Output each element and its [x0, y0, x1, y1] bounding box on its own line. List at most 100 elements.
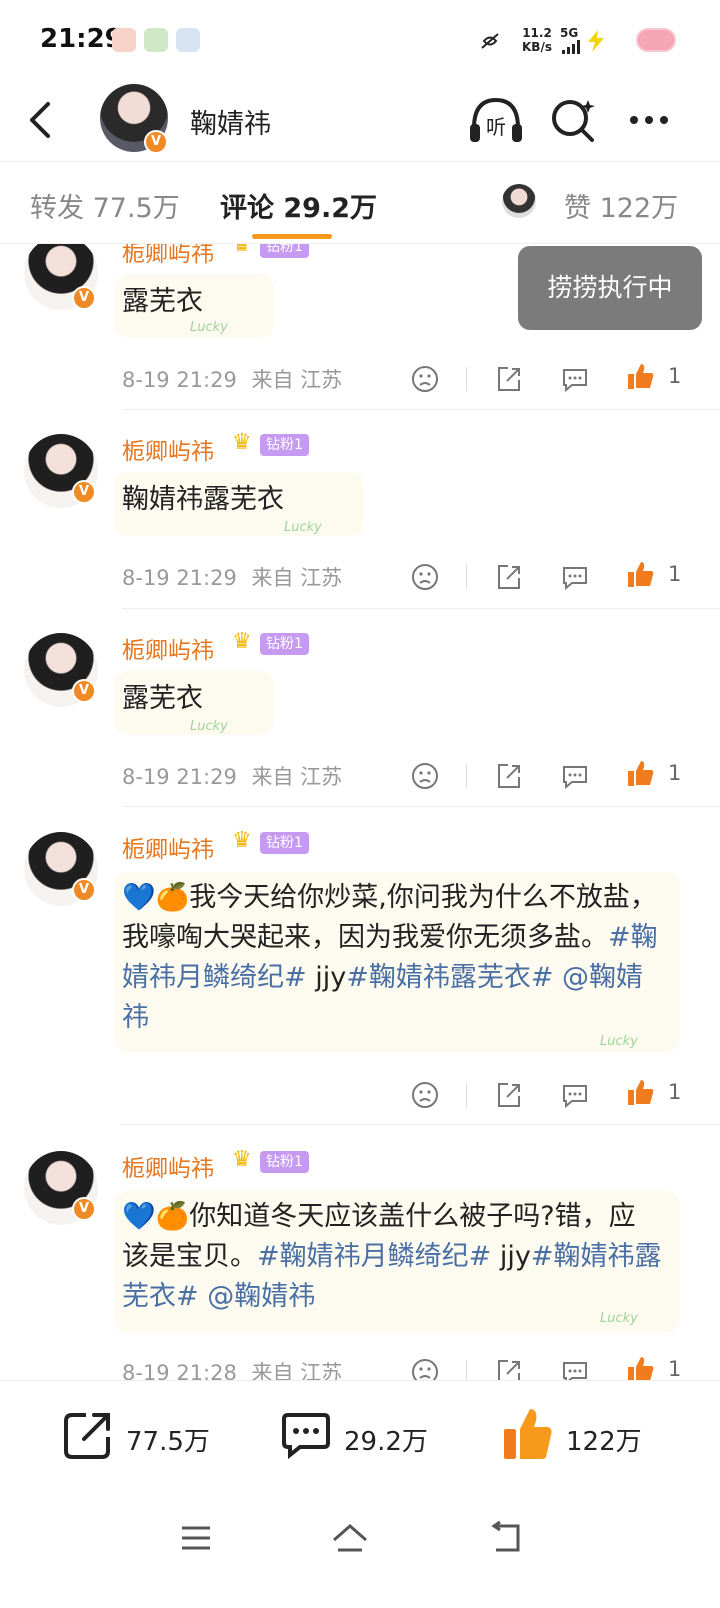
battery-icon — [636, 28, 676, 52]
fan-badge: 钻粉1 — [260, 832, 309, 854]
comment-text: 露芜衣 — [122, 286, 203, 317]
topic-link[interactable]: #鞠婧祎露芜衣# — [346, 962, 553, 993]
verified-badge: V — [72, 878, 96, 902]
commenter-name[interactable]: 栀卿屿祎 — [122, 1149, 214, 1183]
crown-icon: ♛ — [232, 629, 252, 654]
reply-icon[interactable] — [560, 1080, 590, 1110]
action-separator — [466, 367, 467, 391]
like-thumb-icon[interactable] — [626, 362, 656, 392]
comment-text: 鞠婧祎露芜衣 — [122, 484, 284, 515]
like-thumb-icon — [504, 1409, 552, 1459]
author-name[interactable]: 鞠婧祎 — [190, 102, 271, 141]
like-thumb-icon[interactable] — [626, 1078, 656, 1108]
crown-icon: ♛ — [232, 1147, 252, 1172]
comment-body-mid: jjy — [306, 962, 347, 993]
back-arrow-icon[interactable] — [24, 98, 60, 142]
share-icon[interactable] — [494, 562, 524, 592]
like-thumb-icon[interactable] — [626, 759, 656, 789]
comment-location: 来自 江苏 — [251, 1361, 343, 1380]
tab-comment[interactable]: 评论 29.2万 — [220, 186, 377, 225]
like-count: 1 — [668, 364, 682, 388]
search-icon[interactable] — [548, 94, 598, 146]
home-icon[interactable] — [330, 1518, 370, 1558]
repost-count: 77.5万 — [126, 1427, 210, 1457]
crown-icon: ♛ — [232, 828, 252, 853]
dislike-face-icon[interactable] — [410, 364, 440, 394]
comment-icon — [282, 1413, 330, 1460]
listen-headphone-icon[interactable]: 听 — [468, 94, 524, 146]
comment-meta: 8-19 21:29 来自 江苏 — [122, 761, 342, 791]
network-type: 5G — [560, 26, 579, 40]
comment-location: 来自 江苏 — [251, 765, 343, 789]
comment-time: 8-19 21:29 — [122, 368, 237, 392]
lucky-decor: Lucky — [190, 320, 228, 335]
post-header: V 鞠婧祎 听 — [0, 80, 720, 162]
speed-value: 11.2 — [522, 26, 552, 40]
fan-badge: 钻粉1 — [260, 633, 309, 655]
dislike-face-icon[interactable] — [410, 1080, 440, 1110]
bottom-action-bar: 77.5万 29.2万 122万 — [0, 1380, 720, 1490]
comment-list[interactable]: V 栀卿屿祎 ♛ 钻粉1 Lucky 露芜衣 8-19 21:29 来自 江苏 … — [0, 244, 720, 1380]
mention-link[interactable]: @鞠婧祎 — [199, 1281, 315, 1312]
comment-item: V 栀卿屿祎 ♛ 钻粉1 Lucky 露芜衣 8-19 21:29 来自 江苏 … — [0, 613, 720, 813]
like-thumb-icon[interactable] — [626, 1355, 656, 1380]
comment-time: 8-19 21:28 — [122, 1361, 237, 1380]
reply-icon[interactable] — [560, 761, 590, 791]
comment-location: 来自 江苏 — [251, 566, 343, 590]
status-time: 21:29 — [40, 24, 123, 54]
like-count: 1 — [668, 1357, 682, 1380]
share-icon[interactable] — [494, 761, 524, 791]
weibo-app-icon — [112, 28, 136, 52]
commenter-name[interactable]: 栀卿屿祎 — [122, 432, 214, 466]
fan-badge: 钻粉1 — [260, 434, 309, 456]
tab-repost[interactable]: 转发 77.5万 — [30, 186, 180, 225]
comment-text: 露芜衣 — [122, 683, 203, 714]
reply-icon[interactable] — [560, 562, 590, 592]
like-count: 1 — [668, 761, 682, 785]
like-count: 122万 — [566, 1427, 642, 1457]
action-separator — [466, 565, 467, 589]
signal-icon — [562, 40, 580, 54]
menu-icon[interactable] — [176, 1518, 216, 1558]
share-icon[interactable] — [494, 1357, 524, 1380]
tab-like[interactable]: 赞 122万 — [564, 186, 678, 225]
dislike-face-icon[interactable] — [410, 562, 440, 592]
action-separator — [466, 1083, 467, 1107]
crown-icon: ♛ — [232, 244, 252, 257]
reply-icon[interactable] — [560, 1357, 590, 1380]
repost-icon — [64, 1413, 110, 1459]
like-count: 1 — [668, 562, 682, 586]
like-button[interactable]: 122万 — [502, 1407, 662, 1463]
comment-text: 💙🍊我今天给你炒菜,你问我为什么不放盐，我嚎啕大哭起来，因为我爱你无须多盐。 #鞠… — [122, 878, 662, 1038]
verified-badge: V — [72, 286, 96, 310]
like-thumb-icon[interactable] — [626, 560, 656, 590]
active-tab-indicator — [252, 234, 332, 239]
topic-link[interactable]: #鞠婧祎月鳞绮纪# — [257, 1241, 491, 1272]
comment-divider — [122, 806, 720, 807]
dislike-face-icon[interactable] — [410, 1357, 440, 1380]
lucky-decor: Lucky — [190, 719, 228, 734]
comment-button[interactable]: 29.2万 — [280, 1407, 440, 1463]
fan-badge: 钻粉1 — [260, 244, 309, 258]
commenter-name[interactable]: 栀卿屿祎 — [122, 830, 214, 864]
share-icon[interactable] — [494, 364, 524, 394]
comment-divider — [122, 409, 720, 410]
like-count: 1 — [668, 1080, 682, 1104]
comment-body-mid: jjy — [491, 1241, 531, 1272]
commenter-name[interactable]: 栀卿屿祎 — [122, 631, 214, 665]
comment-item: V 栀卿屿祎 ♛ 钻粉1 Lucky 鞠婧祎露芜衣 8-19 21:29 来自 … — [0, 414, 720, 614]
commenter-name[interactable]: 栀卿屿祎 — [122, 244, 214, 268]
repost-button[interactable]: 77.5万 — [62, 1407, 222, 1463]
comment-item: V 栀卿屿祎 ♛ 钻粉1 Lucky 💙🍊你知道冬天应该盖什么被子吗?错，应该是… — [0, 1131, 720, 1380]
action-separator — [466, 1360, 467, 1380]
video-app-icon — [144, 28, 168, 52]
comment-text: 💙🍊你知道冬天应该盖什么被子吗?错，应该是宝贝。#鞠婧祎月鳞绮纪# jjy#鞠婧… — [122, 1197, 662, 1317]
comment-meta: 8-19 21:29 来自 江苏 — [122, 562, 342, 592]
back-nav-icon[interactable] — [486, 1518, 526, 1558]
dislike-face-icon[interactable] — [410, 761, 440, 791]
more-dots-icon[interactable] — [624, 94, 674, 146]
share-icon[interactable] — [494, 1080, 524, 1110]
action-separator — [466, 764, 467, 788]
reply-icon[interactable] — [560, 364, 590, 394]
comment-location: 来自 江苏 — [251, 368, 343, 392]
